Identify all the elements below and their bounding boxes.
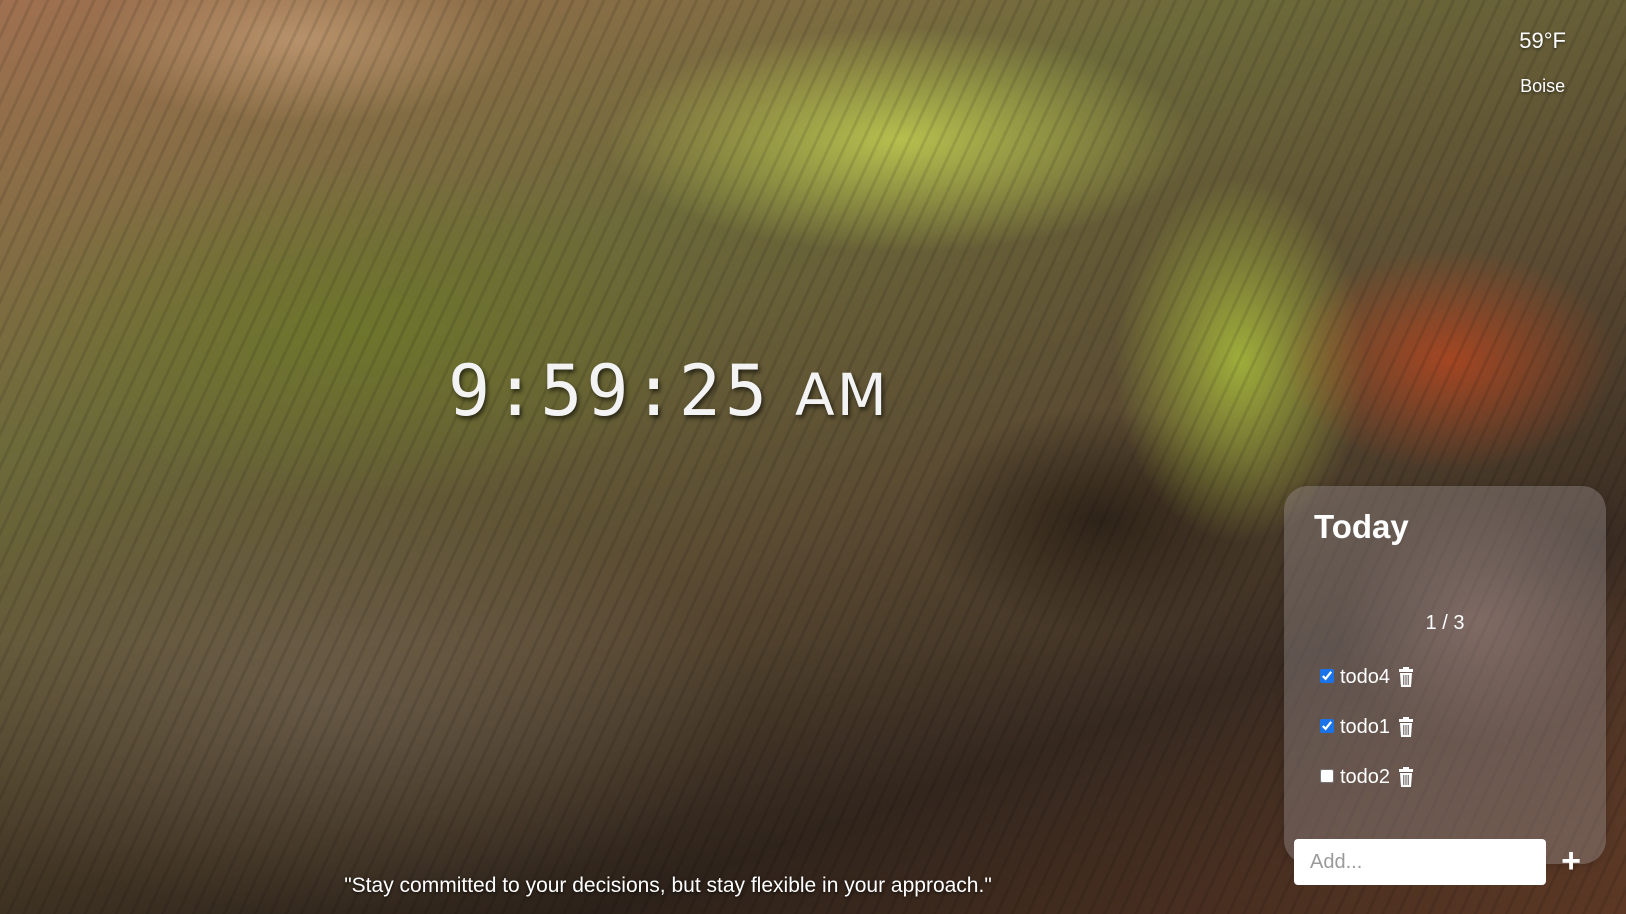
weather-widget: 59°F Boise	[1519, 26, 1566, 97]
clock: 9:59:25 AM	[448, 350, 889, 432]
clock-period: AM	[795, 361, 889, 429]
todo-label: todo2	[1340, 765, 1391, 788]
todo-count: 1 / 3	[1425, 612, 1465, 634]
todo-checkbox[interactable]	[1320, 669, 1334, 683]
todo-panel: Today 1 / 3 todo4 todo1 todo2 Add... +	[1284, 486, 1606, 885]
quote: "Stay committed to your decisions, but s…	[344, 874, 992, 897]
todo-title: Today	[1314, 508, 1409, 545]
todo-item: todo4	[1320, 652, 1416, 702]
delete-todo-button[interactable]	[1396, 715, 1416, 739]
clock-time: 9:59:25	[448, 350, 772, 432]
trash-icon	[1399, 767, 1414, 787]
city-name: Boise	[1520, 76, 1566, 96]
temperature: 59°F	[1519, 28, 1566, 53]
todo-item: todo2	[1320, 752, 1416, 802]
todo-checkbox[interactable]	[1320, 719, 1334, 733]
add-todo-button[interactable]: +	[1558, 844, 1584, 878]
todo-label: todo4	[1340, 665, 1391, 688]
todo-checkbox[interactable]	[1320, 769, 1334, 783]
trash-icon	[1399, 717, 1414, 737]
delete-todo-button[interactable]	[1396, 765, 1416, 789]
delete-todo-button[interactable]	[1396, 665, 1416, 689]
todo-label: todo1	[1340, 715, 1391, 738]
trash-icon	[1399, 667, 1414, 687]
todo-item: todo1	[1320, 702, 1416, 752]
todo-list: todo4 todo1 todo2	[1320, 652, 1416, 802]
add-todo-input[interactable]	[1294, 839, 1546, 885]
